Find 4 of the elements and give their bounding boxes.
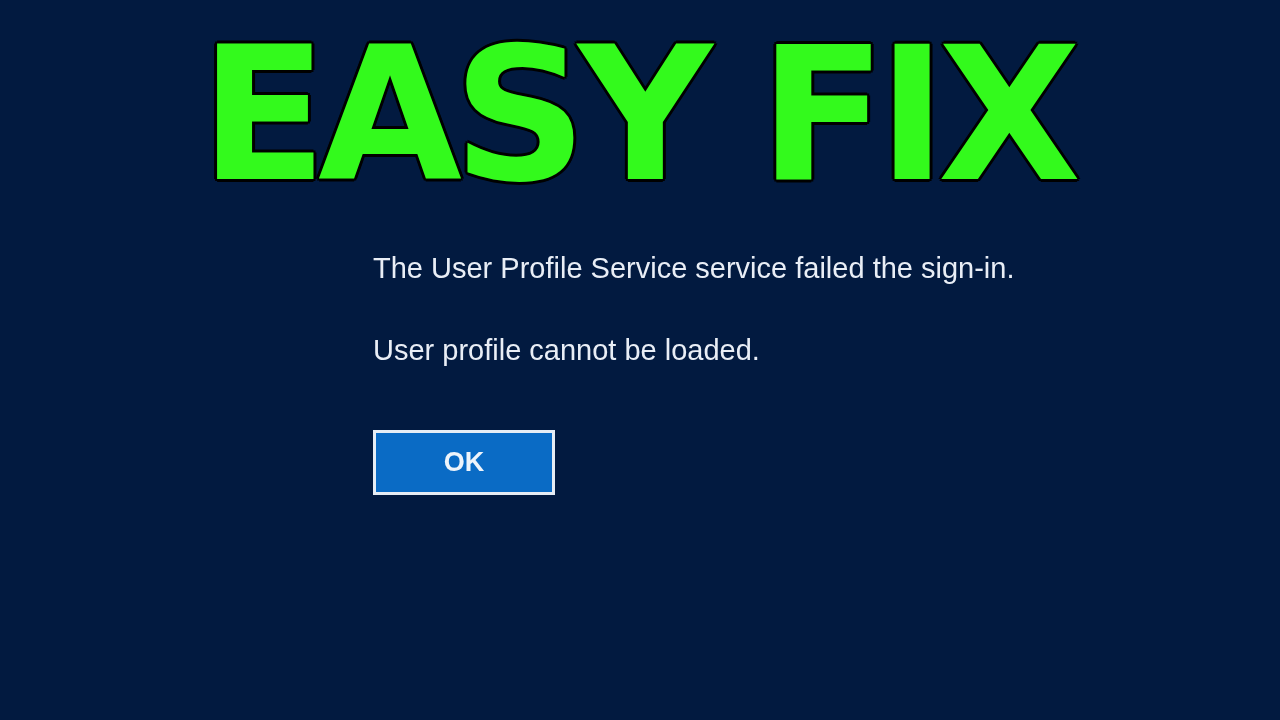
error-message: User profile cannot be loaded.	[373, 333, 761, 367]
error-message: The User Profile Service service failed the sign-in.	[373, 251, 1015, 285]
headline-title: EASY FIX	[199, 30, 1074, 184]
ok-button[interactable]: OK	[373, 430, 555, 495]
